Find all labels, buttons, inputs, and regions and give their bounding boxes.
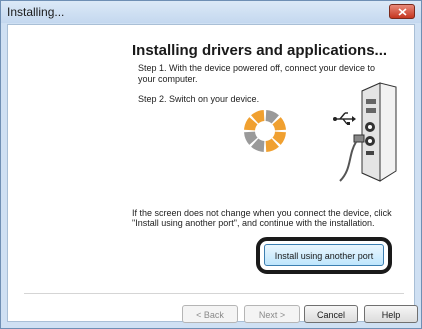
cancel-button[interactable]: Cancel (304, 305, 358, 323)
dialog-content: Installing drivers and applications... S… (7, 24, 418, 323)
page-heading: Installing drivers and applications... (132, 42, 388, 59)
close-icon (398, 8, 407, 16)
info-text: If the screen does not change when you c… (132, 208, 392, 228)
step-2-text: Step 2. Switch on your device. (138, 94, 260, 104)
installer-window: Installing... Installing drivers and app… (0, 0, 422, 329)
title-bar[interactable]: Installing... (1, 1, 421, 23)
back-button[interactable]: < Back (182, 305, 238, 323)
install-another-port-button[interactable]: Install using another port (264, 244, 384, 266)
loading-spinner-icon (244, 110, 286, 152)
computer-usb-illustration (333, 82, 397, 182)
help-button[interactable]: Help (364, 305, 418, 323)
next-button[interactable]: Next > (244, 305, 300, 323)
close-button[interactable] (389, 4, 415, 19)
footer-divider (24, 293, 404, 294)
window-title: Installing... (7, 5, 65, 19)
